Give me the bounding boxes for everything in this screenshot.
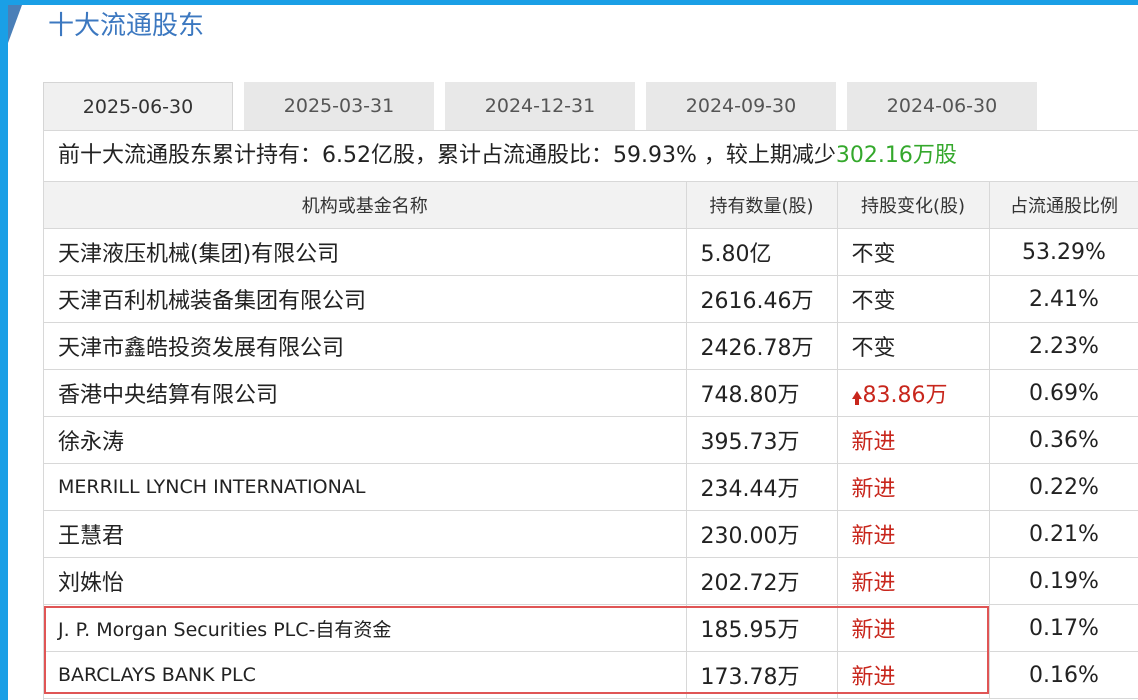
summary-total-shares: 6.52亿股 bbox=[322, 143, 416, 168]
holder-shares: 230.00万 bbox=[686, 510, 838, 558]
summary-prefix: 前十大流通股东累计持有： bbox=[58, 143, 323, 168]
holder-shares: 2426.78万 bbox=[686, 322, 838, 370]
holder-name: 徐永涛 bbox=[44, 416, 687, 464]
holder-pct: 0.22% bbox=[989, 463, 1138, 511]
header-pct: 占流通股比例 bbox=[989, 182, 1138, 229]
holder-change: 新进 bbox=[837, 463, 990, 511]
holder-pct: 2.41% bbox=[989, 275, 1138, 323]
holder-change: 新进 bbox=[837, 651, 990, 699]
holder-change: 83.86万 bbox=[837, 369, 990, 417]
holder-shares: 748.80万 bbox=[686, 369, 838, 417]
holder-name: 天津百利机械装备集团有限公司 bbox=[44, 275, 687, 323]
holder-pct: 0.69% bbox=[989, 369, 1138, 417]
summary-change-value: 302.16万股 bbox=[835, 143, 957, 168]
tab-content: 前十大流通股东累计持有：6.52亿股，累计占流通股比：59.93% ，较上期减少… bbox=[43, 130, 1138, 700]
tab-2025-03-31[interactable]: 2025-03-31 bbox=[244, 82, 434, 130]
holder-shares: 395.73万 bbox=[686, 416, 838, 464]
summary-change-label: ，较上期减少 bbox=[696, 143, 836, 168]
summary-ratio-label: ，累计占流通股比： bbox=[415, 143, 614, 168]
holder-change: 新进 bbox=[837, 510, 990, 558]
holder-name: 天津市鑫皓投资发展有限公司 bbox=[44, 322, 687, 370]
table-row: 王慧君 230.00万 新进 0.21% bbox=[44, 510, 1138, 558]
holder-pct: 2.23% bbox=[989, 322, 1138, 370]
holder-pct: 53.29% bbox=[989, 228, 1138, 276]
table-row: 刘姝怡 202.72万 新进 0.19% bbox=[44, 557, 1138, 605]
holder-pct: 0.36% bbox=[989, 416, 1138, 464]
table-row: 天津百利机械装备集团有限公司 2616.46万 不变 2.41% bbox=[44, 275, 1138, 323]
holder-pct: 0.19% bbox=[989, 557, 1138, 605]
holder-change: 不变 bbox=[837, 228, 990, 276]
holdings-summary: 前十大流通股东累计持有：6.52亿股，累计占流通股比：59.93% ，较上期减少… bbox=[44, 131, 1138, 182]
holder-shares: 202.72万 bbox=[686, 557, 838, 605]
table-row: MERRILL LYNCH INTERNATIONAL 234.44万 新进 0… bbox=[44, 463, 1138, 511]
holder-name: MERRILL LYNCH INTERNATIONAL bbox=[44, 463, 687, 511]
corner-marker bbox=[8, 5, 22, 43]
table-header-row: 机构或基金名称 持有数量(股) 持股变化(股) 占流通股比例 bbox=[44, 182, 1138, 229]
holder-change-value: 83.86万 bbox=[862, 383, 948, 408]
holder-pct: 0.21% bbox=[989, 510, 1138, 558]
holder-shares: 234.44万 bbox=[686, 463, 838, 511]
holder-shares: 173.78万 bbox=[686, 651, 838, 699]
holder-shares: 185.95万 bbox=[686, 604, 838, 652]
holder-name: 天津液压机械(集团)有限公司 bbox=[44, 228, 687, 276]
summary-ratio: 59.93% bbox=[613, 143, 697, 168]
holder-shares: 5.80亿 bbox=[686, 228, 838, 276]
holder-change: 不变 bbox=[837, 275, 990, 323]
holder-change: 不变 bbox=[837, 322, 990, 370]
table-row: 天津液压机械(集团)有限公司 5.80亿 不变 53.29% bbox=[44, 228, 1138, 276]
increase-arrow-icon bbox=[851, 391, 862, 405]
holder-name: 王慧君 bbox=[44, 510, 687, 558]
header-change: 持股变化(股) bbox=[837, 182, 990, 229]
table-row: 香港中央结算有限公司 748.80万 83.86万 0.69% bbox=[44, 369, 1138, 417]
header-shares: 持有数量(股) bbox=[686, 182, 838, 229]
tab-2025-06-30[interactable]: 2025-06-30 bbox=[43, 82, 233, 130]
tab-2024-06-30[interactable]: 2024-06-30 bbox=[847, 82, 1037, 130]
table-row: J. P. Morgan Securities PLC-自有资金 185.95万… bbox=[44, 604, 1138, 652]
holder-change: 新进 bbox=[837, 416, 990, 464]
holder-shares: 2616.46万 bbox=[686, 275, 838, 323]
tab-2024-09-30[interactable]: 2024-09-30 bbox=[646, 82, 836, 130]
header-name: 机构或基金名称 bbox=[44, 182, 687, 229]
holder-name: BARCLAYS BANK PLC bbox=[44, 651, 687, 699]
table-row: BARCLAYS BANK PLC 173.78万 新进 0.16% bbox=[44, 651, 1138, 699]
holder-name: 香港中央结算有限公司 bbox=[44, 369, 687, 417]
report-date-tabs: 2025-06-30 2025-03-31 2024-12-31 2024-09… bbox=[43, 82, 1048, 130]
holder-name: J. P. Morgan Securities PLC-自有资金 bbox=[44, 604, 687, 652]
table-row: 徐永涛 395.73万 新进 0.36% bbox=[44, 416, 1138, 464]
section-title: 十大流通股东 bbox=[48, 11, 205, 41]
holder-pct: 0.17% bbox=[989, 604, 1138, 652]
table-row: 天津市鑫皓投资发展有限公司 2426.78万 不变 2.23% bbox=[44, 322, 1138, 370]
holder-pct: 0.16% bbox=[989, 651, 1138, 699]
shareholders-panel: 十大流通股东 2025-06-30 2025-03-31 2024-12-31 … bbox=[8, 5, 1138, 700]
holder-name: 刘姝怡 bbox=[44, 557, 687, 605]
holder-change: 新进 bbox=[837, 557, 990, 605]
shareholders-table: 机构或基金名称 持有数量(股) 持股变化(股) 占流通股比例 天津液压机械(集团… bbox=[44, 182, 1138, 699]
holder-change: 新进 bbox=[837, 604, 990, 652]
tab-2024-12-31[interactable]: 2024-12-31 bbox=[445, 82, 635, 130]
